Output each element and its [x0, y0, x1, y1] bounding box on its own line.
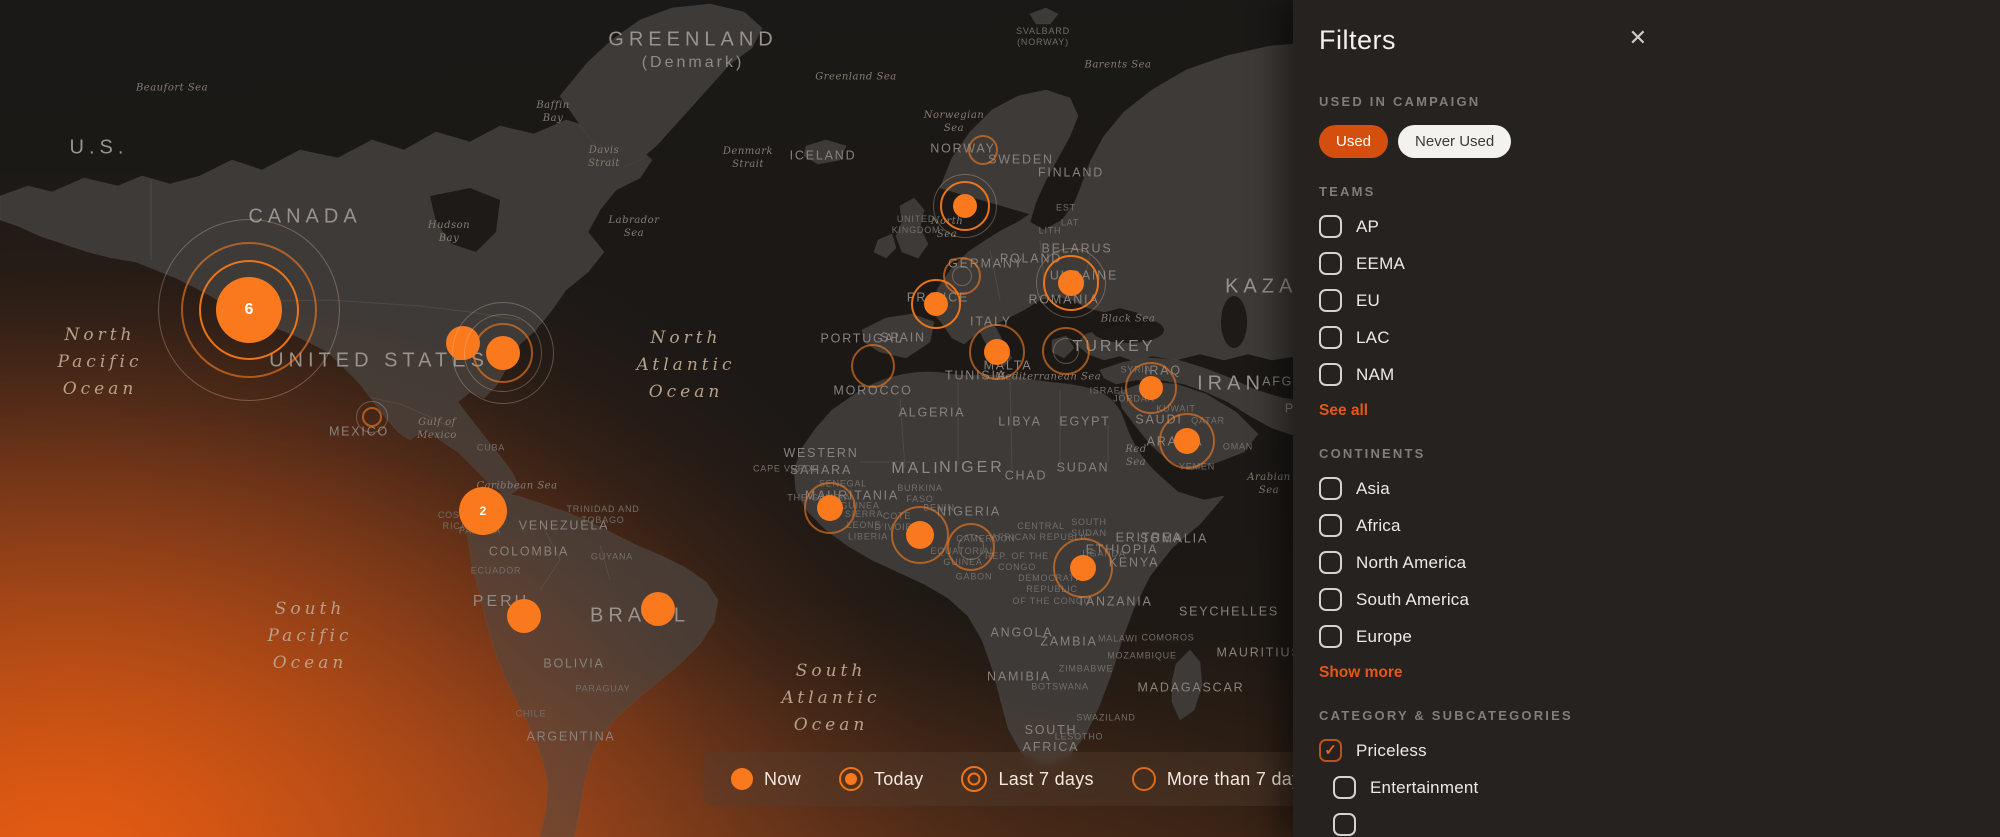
- checkbox-label: EEMA: [1356, 254, 1405, 274]
- section-continents: CONTINENTS ✓ Asia ✓ Africa ✓ North Ameri…: [1319, 446, 1649, 682]
- checkbox-north-america[interactable]: ✓ North America: [1319, 551, 1649, 574]
- checkbox-asia[interactable]: ✓ Asia: [1319, 477, 1649, 500]
- marker-core: 6: [216, 277, 282, 343]
- legend-label: Today: [874, 769, 924, 790]
- checkbox-label: Europe: [1356, 627, 1412, 647]
- pill-used[interactable]: Used: [1319, 125, 1388, 158]
- checkbox[interactable]: ✓: [1319, 289, 1342, 312]
- checkbox[interactable]: ✓: [1319, 326, 1342, 349]
- marker-core: [1058, 270, 1084, 296]
- marker-core: [817, 495, 843, 521]
- marker-core: [906, 521, 934, 549]
- marker-ring: [1042, 327, 1090, 375]
- checkbox-label: Priceless: [1356, 741, 1427, 761]
- checkbox-label: Africa: [1356, 516, 1401, 536]
- continents-list: ✓ Asia ✓ Africa ✓ North America ✓ South …: [1319, 477, 1649, 648]
- checkbox-label: NAM: [1356, 365, 1394, 385]
- check-icon: ✓: [1324, 741, 1337, 759]
- filters-panel: Filters ✕ USED IN CAMPAIGN Used Never Use…: [1293, 0, 2000, 837]
- checkbox[interactable]: ✓: [1319, 588, 1342, 611]
- show-more-link[interactable]: Show more: [1319, 664, 1403, 682]
- checkbox-label: Asia: [1356, 479, 1390, 499]
- marker-ring: [356, 401, 388, 433]
- checkbox-eema[interactable]: ✓ EEMA: [1319, 252, 1649, 275]
- marker-core: [1174, 428, 1200, 454]
- dot-marker-icon: [731, 768, 753, 790]
- section-header: USED IN CAMPAIGN: [1319, 94, 1649, 109]
- see-all-link[interactable]: See all: [1319, 402, 1368, 420]
- marker-core: [924, 292, 948, 316]
- teams-list: ✓ AP ✓ EEMA ✓ EU ✓ LAC ✓ NAM: [1319, 215, 1649, 386]
- marker-core: [1070, 555, 1096, 581]
- filters-title: Filters: [1319, 25, 1396, 56]
- checkbox-south-america[interactable]: ✓ South America: [1319, 588, 1649, 611]
- map-legend: NowTodayLast 7 daysMore than 7 days ago: [703, 752, 1343, 806]
- checkbox-label: North America: [1356, 553, 1466, 573]
- category-list: ✓ Priceless ✓ Entertainment ✓: [1319, 739, 1649, 836]
- checkbox-label: AP: [1356, 217, 1379, 237]
- legend-label: Last 7 days: [998, 769, 1093, 790]
- marker-ring: [947, 523, 995, 571]
- checkbox-europe[interactable]: ✓ Europe: [1319, 625, 1649, 648]
- legend-label: Now: [764, 769, 801, 790]
- geo-map-app: U.S.CANADAUNITED STATESGREENLAND(Denmark…: [0, 0, 2000, 837]
- checkbox[interactable]: ✓: [1319, 215, 1342, 238]
- close-icon[interactable]: ✕: [1627, 25, 1649, 51]
- marker-core: [984, 339, 1010, 365]
- pill-never-used[interactable]: Never Used: [1398, 125, 1511, 158]
- checkbox[interactable]: ✓: [1319, 514, 1342, 537]
- marker-core: [486, 336, 520, 370]
- section-category: CATEGORY & SUBCATEGORIES ✓ Priceless ✓ E…: [1319, 708, 1649, 836]
- legend-item-now: Now: [731, 768, 801, 790]
- checkbox[interactable]: ✓: [1319, 252, 1342, 275]
- marker-core: [1139, 376, 1163, 400]
- section-header: CONTINENTS: [1319, 446, 1649, 461]
- checkbox-label: Entertainment: [1370, 778, 1478, 798]
- marker-ring: [968, 135, 998, 165]
- section-header: TEAMS: [1319, 184, 1649, 199]
- checkbox[interactable]: ✓: [1319, 363, 1342, 386]
- section-used-in-campaign: USED IN CAMPAIGN Used Never Used: [1319, 94, 1649, 158]
- ring-marker-icon: [1132, 767, 1156, 791]
- marker-core: [641, 592, 675, 626]
- section-header: CATEGORY & SUBCATEGORIES: [1319, 708, 1649, 723]
- campaign-pills: Used Never Used: [1319, 125, 1649, 158]
- checkbox[interactable]: ✓: [1319, 739, 1342, 762]
- marker-ring: [851, 344, 895, 388]
- checkbox[interactable]: ✓: [1319, 477, 1342, 500]
- checkbox-priceless[interactable]: ✓ Priceless: [1319, 739, 1649, 762]
- checkbox-label: EU: [1356, 291, 1380, 311]
- world-map[interactable]: [0, 0, 1320, 837]
- checkbox[interactable]: ✓: [1319, 625, 1342, 648]
- section-teams: TEAMS ✓ AP ✓ EEMA ✓ EU ✓ LAC ✓ NAM See a…: [1319, 184, 1649, 420]
- double-ring-marker-icon: [961, 766, 987, 792]
- checkbox-lac[interactable]: ✓ LAC: [1319, 326, 1649, 349]
- checkbox-blank[interactable]: ✓: [1333, 813, 1649, 836]
- marker-core: [507, 599, 541, 633]
- checkbox-entertainment[interactable]: ✓ Entertainment: [1333, 776, 1649, 799]
- checkbox-ap[interactable]: ✓ AP: [1319, 215, 1649, 238]
- legend-item-today: Today: [839, 767, 924, 791]
- dot-ring-marker-icon: [839, 767, 863, 791]
- marker-core: 2: [459, 487, 507, 535]
- checkbox[interactable]: ✓: [1333, 776, 1356, 799]
- checkbox[interactable]: ✓: [1319, 551, 1342, 574]
- checkbox-nam[interactable]: ✓ NAM: [1319, 363, 1649, 386]
- checkbox-africa[interactable]: ✓ Africa: [1319, 514, 1649, 537]
- checkbox-label: LAC: [1356, 328, 1390, 348]
- legend-item-last-7-days: Last 7 days: [961, 766, 1093, 792]
- checkbox-eu[interactable]: ✓ EU: [1319, 289, 1649, 312]
- marker-core: [953, 194, 977, 218]
- checkbox[interactable]: ✓: [1333, 813, 1356, 836]
- checkbox-label: South America: [1356, 590, 1469, 610]
